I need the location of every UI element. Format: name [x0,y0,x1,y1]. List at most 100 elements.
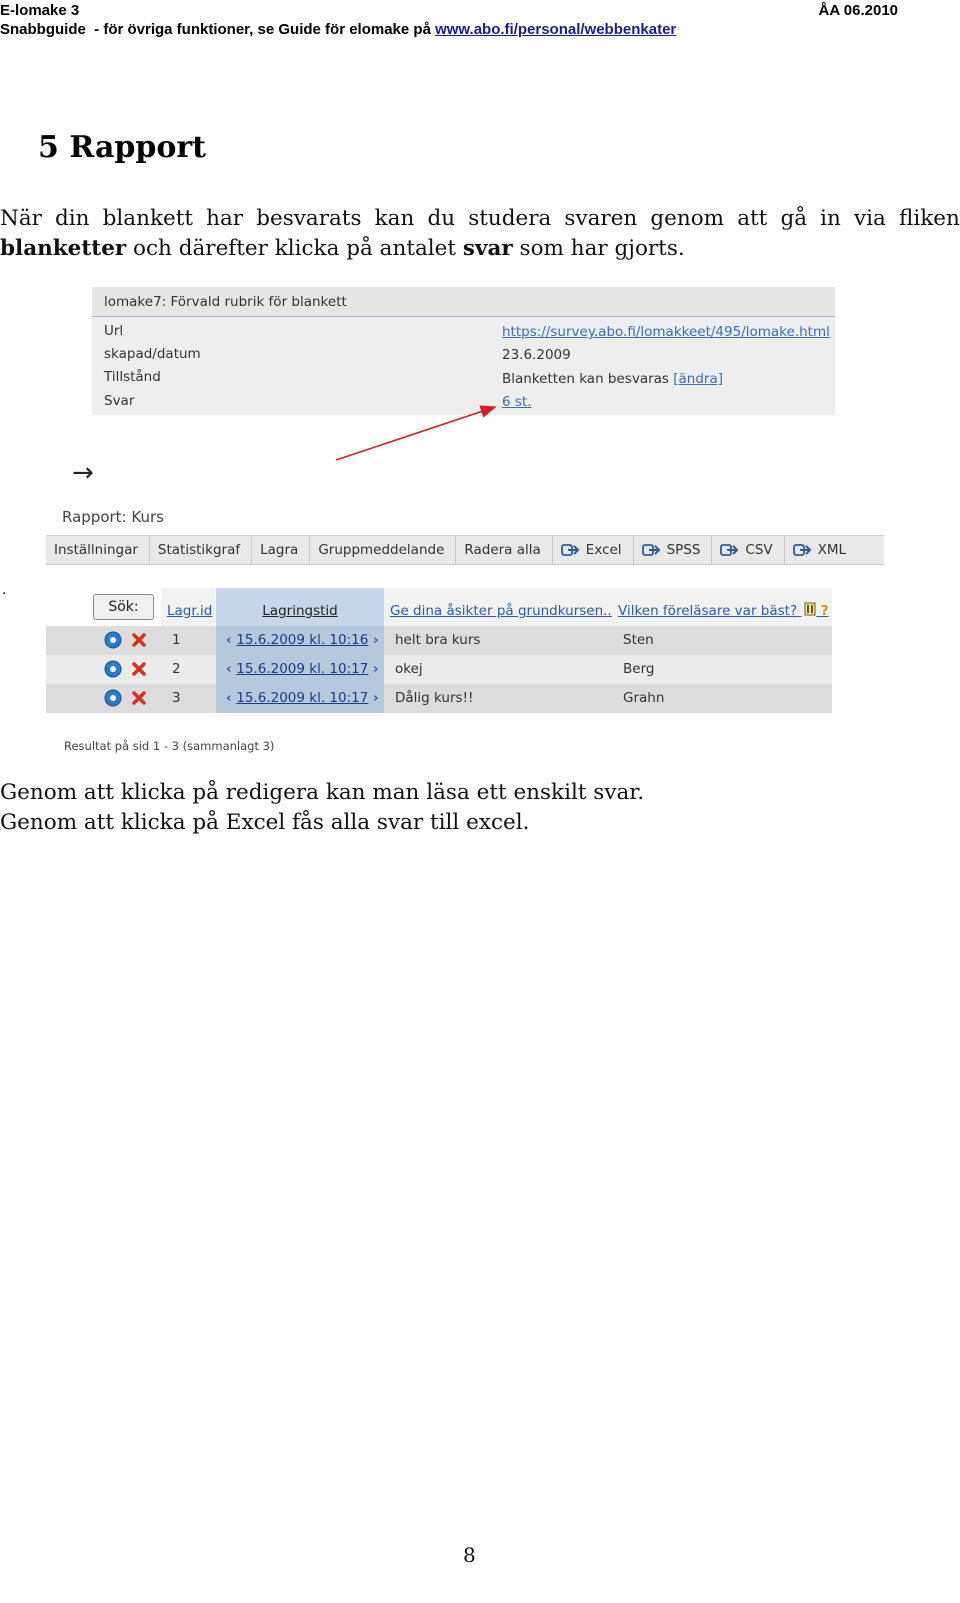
delete-icon[interactable] [131,661,147,677]
next-chevron-icon[interactable]: › [368,690,379,706]
intro-word: blankett [102,206,194,231]
body-line-2: Genom att klicka på Excel fås alla svar … [0,810,530,835]
toolbar-excel[interactable]: Excel [553,536,634,564]
answers-count-link[interactable]: 6 st. [502,392,532,412]
form-url-link[interactable]: https://survey.abo.fi/lomakkeet/495/loma… [502,322,830,342]
column-header-id[interactable]: Lagr.id [161,588,215,626]
form-info-label-created: skapad/datum [104,346,201,362]
table-row[interactable]: 1 ‹ 15.6.2009 kl. 10:16 › helt bra kurs … [46,626,832,655]
right-arrow-icon: → [72,458,94,488]
cell-lecturer: Grahn [623,690,665,706]
report-toolbar: Inställningar Statistikgraf Lagra Gruppm… [46,535,884,565]
page-number: 8 [463,1543,476,1567]
toolbar-xml-label: XML [817,542,847,558]
table-row[interactable]: 2 ‹ 15.6.2009 kl. 10:17 › okej Berg [46,655,832,684]
prev-chevron-icon[interactable]: ‹ [226,661,236,677]
form-info-label-url: Url [104,323,124,339]
column-header-lecturer[interactable]: Vilken föreläsare var bäst? ? [612,588,832,626]
column-header-opinion[interactable]: Ge dina åsikter på grundkursen... [384,588,612,626]
intro-text-2: som har gjorts. [512,236,685,261]
toolbar-statistics-chart[interactable]: Statistikgraf [150,536,253,564]
form-created-date: 23.6.2009 [502,347,571,363]
header-subtitle-text: Snabbguide - för övriga funktioner, se G… [0,21,436,38]
form-info-box: lomake7: Förvald rubrik för blankett Url… [92,287,835,415]
intro-line-1: När din blankett har besvarats kan du studera sv… [0,204,960,234]
intro-word: fliken [898,206,960,231]
toolbar-group-message[interactable]: Gruppmeddelande [310,536,457,564]
time-link[interactable]: 15.6.2009 kl. 10:17 [236,690,368,706]
intro-line-2: blanketter och därefter klicka på antale… [0,234,960,264]
intro-word: kan [374,206,415,231]
edit-icon[interactable] [104,660,122,678]
cell-opinion: okej [395,661,423,677]
toolbar-delete-all[interactable]: Radera alla [456,536,553,564]
intro-word: via [854,206,886,231]
intro-paragraph: När din blankett har besvarats kan du studera sv… [0,204,960,264]
header-date: ÅA 06.2010 [818,2,899,19]
toolbar-excel-label: Excel [585,542,622,558]
stray-dot: . [2,582,7,598]
intro-word: att [737,206,768,231]
form-info-label-status: Tillstånd [104,369,161,385]
intro-word: När [0,206,42,231]
intro-bold-blanketter: blanketter [0,236,127,261]
help-icon[interactable]: ? [821,603,829,619]
delete-icon[interactable] [131,690,147,706]
cell-id: 2 [172,661,181,677]
intro-word: in [820,206,841,231]
cell-lecturer: Berg [623,661,655,677]
prev-chevron-icon[interactable]: ‹ [226,690,236,706]
form-status-text: Blanketten kan besvaras [502,371,674,387]
body-line-1: Genom att klicka på redigera kan man läs… [0,780,645,805]
cell-time: ‹ 15.6.2009 kl. 10:17 › [216,655,384,684]
cell-lecturer: Sten [623,632,654,648]
toolbar-spss[interactable]: SPSS [634,536,713,564]
table-row[interactable]: 3 ‹ 15.6.2009 kl. 10:17 › Dålig kurs!! G… [46,684,832,713]
intro-word: genom [650,206,725,231]
edit-icon[interactable] [104,689,122,707]
cell-time: ‹ 15.6.2009 kl. 10:16 › [216,626,384,655]
cell-opinion: Dålig kurs!! [395,690,474,706]
time-link[interactable]: 15.6.2009 kl. 10:17 [236,661,368,677]
toolbar-save[interactable]: Lagra [252,536,311,564]
toolbar-settings[interactable]: Inställningar [46,536,150,564]
toolbar-spss-label: SPSS [666,542,701,558]
intro-word: gå [780,206,808,231]
intro-bold-svar: svar [462,236,513,261]
next-chevron-icon[interactable]: › [368,632,379,648]
change-status-link[interactable]: [ändra] [673,371,723,387]
toolbar-csv[interactable]: CSV [712,536,785,564]
header-app-name: E-lomake 3 [0,2,80,19]
header-guide-link[interactable]: www.abo.fi/personal/webbenkater [435,21,676,38]
intro-word: besvarats [256,206,362,231]
export-icon [792,544,812,556]
intro-word: din [55,206,90,231]
form-status: Blanketten kan besvaras [ändra] [502,369,723,389]
cell-id: 3 [172,690,181,706]
column-header-time[interactable]: Lagringstid [216,588,384,626]
cell-opinion: helt bra kurs [395,632,481,648]
intro-text-1: och därefter klicka på antalet [126,236,463,261]
export-icon [560,544,580,556]
toolbar-xml[interactable]: XML [785,536,857,564]
edit-icon[interactable] [104,631,122,649]
intro-word: studera [468,206,552,231]
cell-id: 1 [172,632,181,648]
next-chevron-icon[interactable]: › [368,661,379,677]
time-link[interactable]: 15.6.2009 kl. 10:16 [236,632,368,648]
form-info-label-answers: Svar [104,393,135,409]
header-subtitle: Snabbguide - för övriga funktioner, se G… [0,21,676,38]
search-button[interactable]: Sök: [93,594,154,620]
intro-word: har [206,206,244,231]
section-title: 5 Rapport [38,130,207,165]
toolbar-csv-label: CSV [745,542,773,558]
form-info-title: lomake7: Förvald rubrik för blankett [92,287,835,317]
column-info-icon[interactable] [804,602,816,616]
cell-time: ‹ 15.6.2009 kl. 10:17 › [216,684,384,713]
export-icon [720,544,739,556]
report-title: Rapport: Kurs [62,508,164,526]
delete-icon[interactable] [131,632,147,648]
prev-chevron-icon[interactable]: ‹ [226,632,236,648]
intro-word: svaren [564,206,638,231]
intro-word: du [427,206,456,231]
